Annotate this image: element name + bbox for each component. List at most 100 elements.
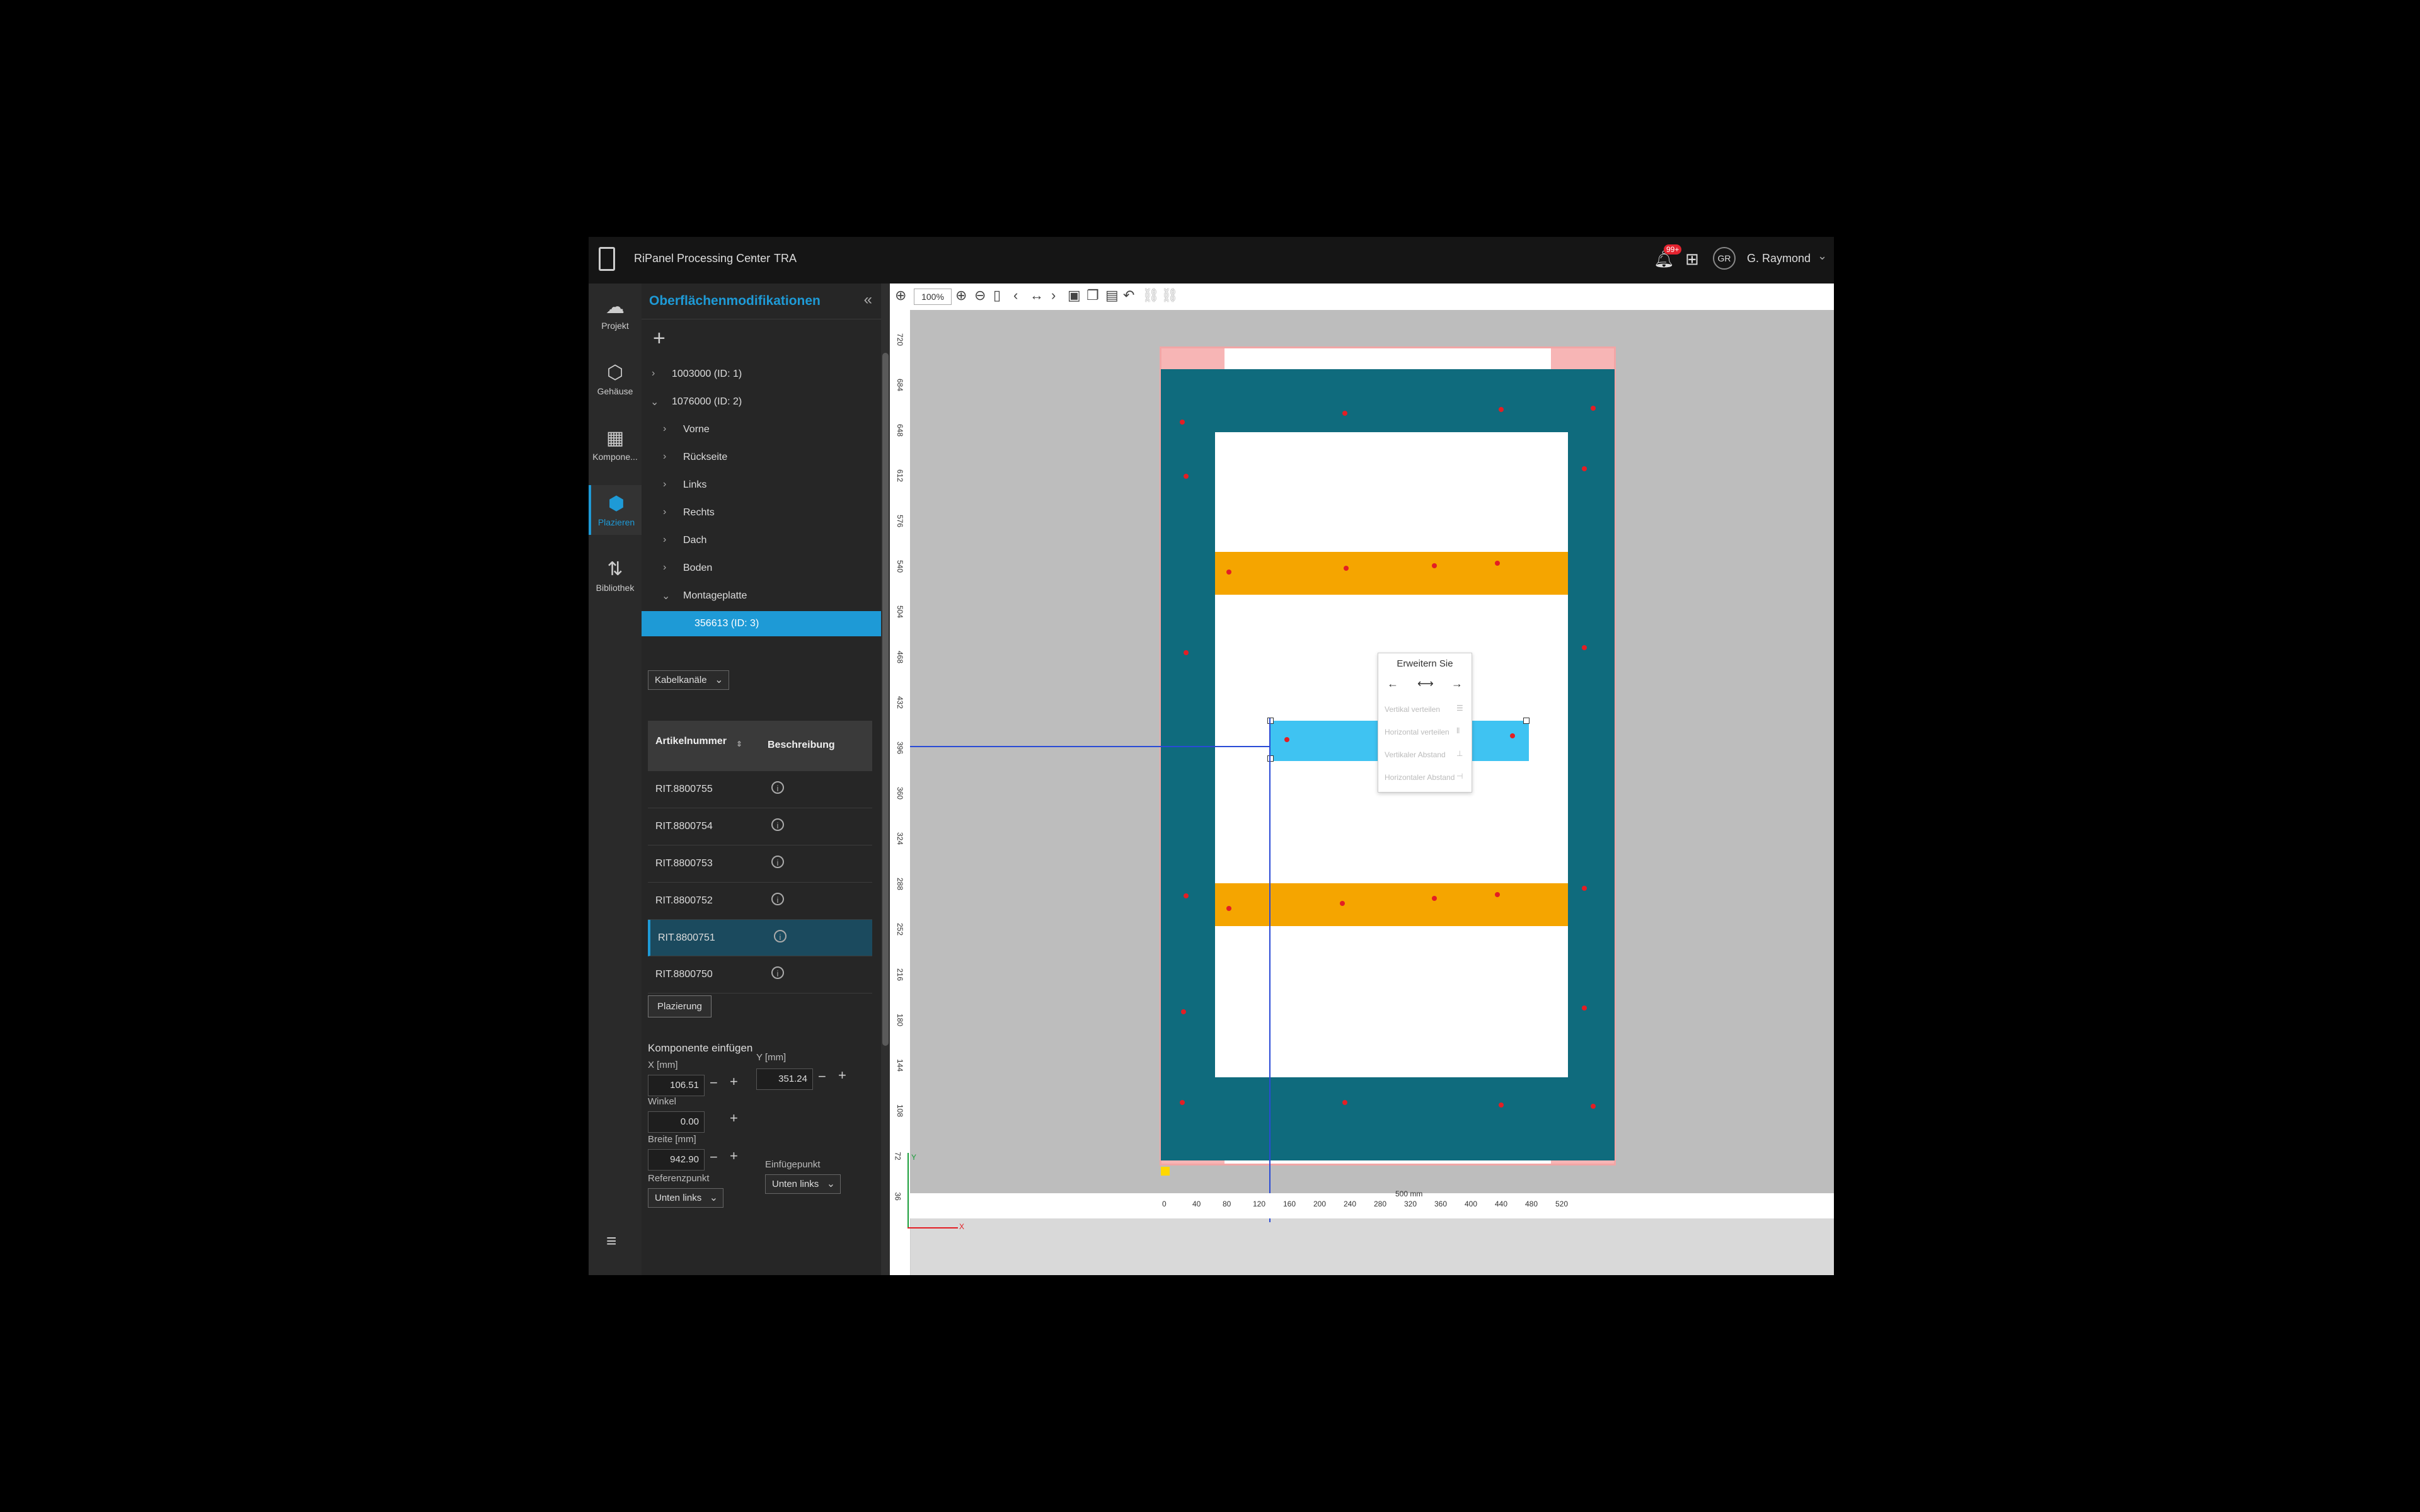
undo-icon[interactable]: ↶ xyxy=(1123,287,1134,304)
info-icon[interactable]: i xyxy=(771,893,784,905)
copy-icon[interactable]: ❐ xyxy=(1086,287,1099,304)
hamburger-menu-icon[interactable]: ≡ xyxy=(606,1231,616,1251)
cube-icon: ⬡ xyxy=(606,362,624,383)
info-icon[interactable]: i xyxy=(771,856,784,868)
resize-handle[interactable] xyxy=(1267,718,1274,724)
rail-item-projekt[interactable]: ☁ Projekt xyxy=(589,296,642,331)
user-name[interactable]: G. Raymond xyxy=(1747,252,1811,265)
info-icon[interactable]: i xyxy=(771,781,784,794)
menu-item-vertical-spacing[interactable]: Vertikaler Abstand ⊥ xyxy=(1385,749,1463,759)
category-dropdown[interactable]: Kabelkanäle ⌄ xyxy=(648,670,729,690)
info-icon[interactable]: i xyxy=(771,818,784,831)
table-row[interactable]: RIT.8800752 i xyxy=(648,883,872,920)
zoom-fit-icon[interactable]: ⊕ xyxy=(895,287,906,304)
width-increment-button[interactable]: + xyxy=(730,1148,738,1164)
breadcrumb-current[interactable]: TRA xyxy=(774,252,797,265)
x-input[interactable]: 106.51 xyxy=(648,1075,705,1096)
resize-handle[interactable] xyxy=(1523,718,1530,724)
width-input[interactable]: 942.90 xyxy=(648,1149,705,1171)
open-folder-icon[interactable]: ▣ xyxy=(1068,287,1081,304)
rail-item-bibliothek[interactable]: ⇅ Bibliothek xyxy=(589,558,642,593)
placement-button[interactable]: Plazierung xyxy=(648,995,712,1017)
x-increment-button[interactable]: + xyxy=(730,1074,738,1090)
rail-item-komponenten[interactable]: ▦ Kompone... xyxy=(589,427,642,462)
chevron-right-icon: › xyxy=(663,507,667,517)
arrow-right-icon[interactable]: → xyxy=(1451,677,1463,690)
angle-input[interactable]: 0.00 xyxy=(648,1111,705,1133)
tree-item[interactable]: › Rückseite xyxy=(642,445,881,470)
insert-point-dropdown[interactable]: Unten links ⌄ xyxy=(765,1174,841,1194)
menu-item-horizontal-spacing[interactable]: Horizontaler Abstand ⊣ xyxy=(1385,772,1463,782)
y-axis-indicator xyxy=(908,1153,909,1228)
mounting-point xyxy=(1180,1100,1185,1105)
reference-point-dropdown[interactable]: Unten links ⌄ xyxy=(648,1188,724,1208)
table-row[interactable]: RIT.8800754 i xyxy=(648,808,872,845)
chevron-left-icon[interactable]: ‹ xyxy=(1013,287,1018,304)
mounting-point xyxy=(1184,474,1189,479)
avatar[interactable]: GR xyxy=(1713,247,1736,270)
rail-item-gehaeuse[interactable]: ⬡ Gehäuse xyxy=(589,362,642,396)
apps-grid-icon[interactable]: ⊞ xyxy=(1685,249,1699,269)
mounting-point xyxy=(1342,411,1347,416)
rail-item-plazieren[interactable]: ⬢ Plazieren xyxy=(589,485,642,535)
x-decrement-button[interactable]: − xyxy=(710,1075,718,1091)
width-decrement-button[interactable]: − xyxy=(710,1149,718,1166)
zoom-level-input[interactable]: 100% xyxy=(914,289,952,305)
table-row[interactable]: RIT.8800753 i xyxy=(648,845,872,883)
menu-item-vertical-distribute[interactable]: Vertikal verteilen ☰ xyxy=(1385,704,1463,714)
arrow-left-icon[interactable]: ← xyxy=(1387,677,1398,690)
ruler-tick: 504 xyxy=(896,605,905,619)
article-number: RIT.8800751 xyxy=(658,932,715,943)
zoom-out-icon[interactable]: ⊖ xyxy=(974,287,986,304)
link-icon[interactable]: ⛓ xyxy=(1142,287,1160,304)
tree-item[interactable]: › Links xyxy=(642,472,881,498)
tree-item[interactable]: › Boden xyxy=(642,556,881,581)
scrollbar-thumb[interactable] xyxy=(882,353,889,1046)
y-input[interactable]: 351.24 xyxy=(756,1068,813,1090)
menu-item-horizontal-distribute[interactable]: Horizontal verteilen ⦀ xyxy=(1385,726,1460,736)
info-icon[interactable]: i xyxy=(771,966,784,979)
delete-icon[interactable]: ▤ xyxy=(1105,287,1119,304)
angle-increment-button[interactable]: + xyxy=(730,1110,738,1126)
table-row[interactable]: RIT.8800750 i xyxy=(648,956,872,994)
collapse-panel-icon[interactable]: « xyxy=(864,291,872,309)
tree-item[interactable]: ⌄ Montageplatte xyxy=(642,583,881,609)
ruler-tick: 240 xyxy=(1344,1200,1357,1208)
tree-item[interactable]: › Dach xyxy=(642,528,881,553)
ruler-icon[interactable]: ▯ xyxy=(993,287,1001,304)
tree-item-selected[interactable]: 356613 (ID: 3) xyxy=(642,611,881,636)
tree-item[interactable]: › Vorne xyxy=(642,417,881,442)
app-logo-icon[interactable] xyxy=(599,247,615,271)
mounting-point xyxy=(1591,1104,1596,1109)
dropdown-value: Kabelkanäle xyxy=(655,675,707,685)
sort-icon[interactable]: ⇕ xyxy=(736,740,742,748)
tree-item[interactable]: › Rechts xyxy=(642,500,881,525)
table-row-selected[interactable]: RIT.8800751 i xyxy=(648,920,872,956)
y-increment-button[interactable]: + xyxy=(838,1067,846,1084)
tree-item[interactable]: › 1003000 (ID: 1) xyxy=(642,362,881,387)
chevron-right-icon[interactable]: › xyxy=(1051,287,1056,304)
din-rail-top[interactable] xyxy=(1215,552,1568,595)
info-icon[interactable]: i xyxy=(774,930,786,942)
y-decrement-button[interactable]: − xyxy=(818,1068,826,1085)
unlink-icon[interactable]: ⛓ xyxy=(1161,287,1178,304)
expand-horizontal-icon[interactable]: ⟷ xyxy=(1417,677,1434,690)
column-header-description[interactable]: Beschreibung xyxy=(768,740,835,751)
rail-label: Plazieren xyxy=(597,517,635,527)
table-row[interactable]: RIT.8800755 i xyxy=(648,771,872,808)
menu-item-label: Horizontal verteilen xyxy=(1385,728,1449,736)
add-icon[interactable]: + xyxy=(653,326,666,351)
user-menu-chevron-down-icon[interactable]: ⌄ xyxy=(1818,249,1827,263)
column-header-article[interactable]: Artikelnummer xyxy=(655,735,737,748)
zoom-in-icon[interactable]: ⊕ xyxy=(955,287,967,304)
chevron-down-icon: ⌄ xyxy=(709,1193,718,1203)
pan-horizontal-icon[interactable]: ↔ xyxy=(1030,287,1044,304)
panel-scrollbar[interactable] xyxy=(881,284,890,1275)
ruler-bottom: 0 40 80 120 160 200 240 280 320 360 400 … xyxy=(910,1189,1834,1218)
resize-handle[interactable] xyxy=(1267,755,1274,762)
ruler-unit-label: 500 mm xyxy=(1395,1189,1423,1198)
y-label: Y [mm] xyxy=(756,1052,786,1063)
din-rail-bottom[interactable] xyxy=(1215,883,1568,926)
chevron-down-icon: ⌄ xyxy=(662,591,671,602)
tree-item[interactable]: ⌄ 1076000 (ID: 2) xyxy=(642,389,881,415)
